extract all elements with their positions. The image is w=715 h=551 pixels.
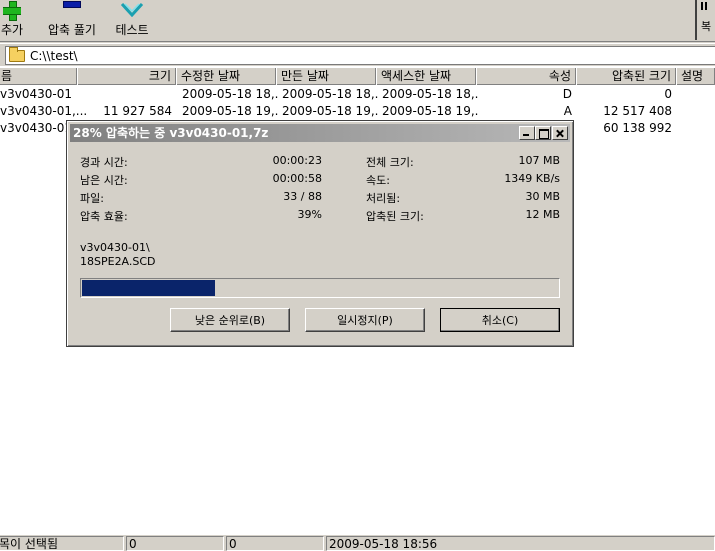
- cancel-button[interactable]: 취소(C): [440, 308, 560, 332]
- dialog-title-bar[interactable]: 28% 압축하는 중 v3v0430-01,7z: [70, 124, 570, 142]
- cell-accessed: 2009-05-18 18,..: [382, 87, 478, 101]
- processed-value: 30 MB: [525, 190, 560, 203]
- table-row[interactable]: v3v0430-01 2009-05-18 18,.. 2009-05-18 1…: [0, 86, 715, 103]
- toolbar-right-label: 복: [701, 20, 712, 33]
- add-label: 추가: [0, 23, 24, 37]
- extract-label: 압축 풀기: [48, 23, 96, 37]
- speed-label: 속도:: [366, 174, 390, 187]
- status-bar: 목이 선택됨 0 0 2009-05-18 18:56: [0, 534, 715, 551]
- cell-attributes: D: [562, 87, 572, 101]
- status-selected: 목이 선택됨: [0, 536, 124, 551]
- cell-created: 2009-05-18 18,..: [282, 87, 378, 101]
- close-button[interactable]: [552, 126, 568, 140]
- cell-size: [77, 86, 176, 103]
- cell-size: 11 927 584: [103, 104, 172, 118]
- packed-size-label: 압축된 크기:: [366, 210, 424, 223]
- files-label: 파일:: [80, 192, 104, 205]
- column-header: 름 크기 수정한 날짜 만든 날짜 액세스한 날짜 속성 압축된 크기 설명: [0, 68, 715, 85]
- progress-dialog: 28% 압축하는 중 v3v0430-01,7z 경과 시간: 00:00:23…: [66, 120, 574, 347]
- cell-name: v3v0430-01: [0, 87, 72, 101]
- col-modified[interactable]: 수정한 날짜: [176, 68, 276, 85]
- cell-created: 2009-05-18 19,..: [282, 104, 378, 118]
- progress-fill: [82, 280, 215, 296]
- ratio-value: 39%: [297, 208, 322, 221]
- pause-button[interactable]: 일시정지(P): [305, 308, 425, 332]
- test-button[interactable]: 테스트: [110, 0, 154, 40]
- elapsed-label: 경과 시간:: [80, 156, 128, 169]
- ratio-label: 압축 효율:: [80, 210, 128, 223]
- cell-packed-size: 12 517 408: [603, 104, 672, 118]
- info-icon: [701, 2, 707, 10]
- progress-bar: [80, 278, 560, 298]
- col-name[interactable]: 름: [0, 68, 77, 85]
- current-file: 18SPE2A.SCD: [80, 255, 156, 268]
- status-packed: 0: [226, 536, 324, 551]
- toolbar: 추가 압축 풀기 테스트 복: [0, 0, 715, 42]
- current-directory: v3v0430-01\: [80, 241, 150, 254]
- table-row[interactable]: v3v0430-01,... 11 927 584 2009-05-18 19,…: [0, 103, 715, 120]
- cell-modified: 2009-05-18 19,..: [182, 104, 278, 118]
- total-size-value: 107 MB: [518, 154, 560, 167]
- elapsed-value: 00:00:23: [272, 154, 322, 167]
- remaining-label: 남은 시간:: [80, 174, 128, 187]
- folder-icon: [9, 47, 25, 62]
- cell-packed-size: 0: [664, 87, 672, 101]
- minus-icon: [63, 1, 81, 8]
- cell-modified: 2009-05-18 18,..: [182, 87, 278, 101]
- packed-size-value: 12 MB: [525, 208, 560, 221]
- toolbar-right-button[interactable]: 복: [695, 0, 715, 40]
- speed-value: 1349 KB/s: [504, 172, 560, 185]
- status-date: 2009-05-18 18:56: [326, 536, 715, 551]
- low-priority-button[interactable]: 낮은 순위로(B): [170, 308, 290, 332]
- plus-icon: [3, 1, 21, 21]
- col-attributes[interactable]: 속성: [476, 68, 576, 85]
- add-button[interactable]: 추가: [0, 0, 30, 40]
- dialog-title: 28% 압축하는 중 v3v0430-01,7z: [73, 126, 269, 140]
- minimize-button[interactable]: [519, 126, 535, 140]
- total-size-label: 전체 크기:: [366, 156, 414, 169]
- processed-label: 처리됨:: [366, 192, 401, 205]
- remaining-value: 00:00:58: [272, 172, 322, 185]
- address-bar: C:\\test\: [0, 44, 715, 66]
- status-size: 0: [126, 536, 224, 551]
- col-accessed[interactable]: 액세스한 날짜: [376, 68, 476, 85]
- extract-button[interactable]: 압축 풀기: [40, 0, 104, 40]
- cell-accessed: 2009-05-18 19,..: [382, 104, 478, 118]
- address-path: C:\\test\: [30, 49, 78, 63]
- maximize-button[interactable]: [535, 126, 551, 140]
- cell-packed-size: 60 138 992: [603, 121, 672, 135]
- col-created[interactable]: 만든 날짜: [276, 68, 376, 85]
- col-size[interactable]: 크기: [77, 68, 176, 85]
- col-packed-size[interactable]: 압축된 크기: [576, 68, 676, 85]
- cell-attributes: A: [563, 104, 572, 118]
- test-label: 테스트: [115, 23, 149, 37]
- col-comment[interactable]: 설명: [676, 68, 715, 85]
- files-value: 33 / 88: [283, 190, 322, 203]
- cell-name: v3v0430-01,...: [0, 104, 86, 118]
- address-input[interactable]: C:\\test\: [5, 46, 715, 65]
- check-icon: [121, 3, 143, 17]
